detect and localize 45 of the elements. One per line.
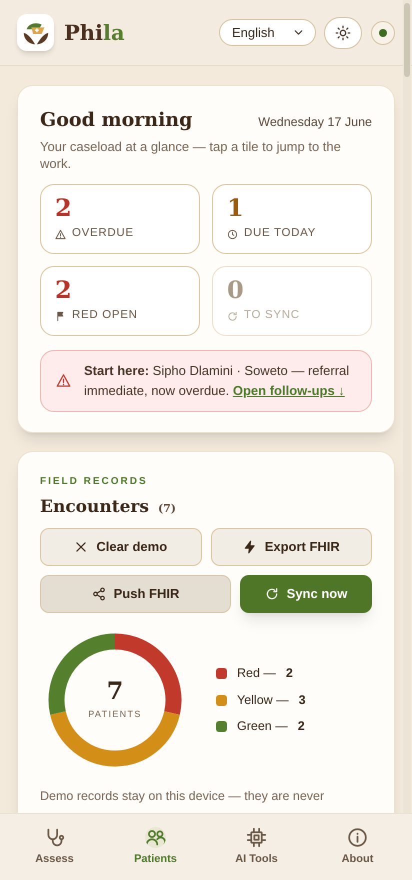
action-button[interactable]: Push FHIR	[40, 575, 231, 613]
greeting-subtitle: Your caseload at a glance — tap a tile to jump to the work.	[40, 138, 342, 172]
date-text: Wednesday 17 June	[258, 114, 372, 131]
warning-icon	[55, 228, 66, 240]
section-title: Encounters	[40, 496, 149, 518]
people-icon	[145, 826, 166, 848]
refresh-icon	[264, 587, 279, 601]
count-text: (7)	[158, 500, 176, 516]
app-logo-text: Phila	[64, 18, 125, 47]
legend-label: Yellow —	[237, 692, 289, 709]
sun-icon	[335, 24, 351, 40]
lightning-icon	[242, 540, 257, 554]
nav-tab[interactable]: About	[307, 822, 408, 872]
refresh-icon	[227, 310, 238, 322]
legend-value: 3	[298, 692, 306, 709]
nav-tab[interactable]: Assess	[4, 822, 105, 872]
stat-tile[interactable]: 2 RED OPEN	[40, 266, 200, 336]
chip-icon	[246, 826, 267, 848]
legend-value: 2	[298, 718, 305, 736]
legend-label: Red —	[237, 664, 276, 682]
info-icon	[347, 826, 368, 848]
action-button[interactable]: Export FHIR	[210, 528, 372, 566]
note-text: Demo records stay on this device — they are never	[40, 788, 326, 805]
close-icon	[74, 540, 88, 554]
total-count: 7	[106, 678, 124, 704]
action-button[interactable]: Sync now	[240, 575, 372, 613]
theme-toggle-button[interactable]	[324, 16, 362, 48]
stat-tile[interactable]: 1 DUE TODAY	[212, 184, 372, 254]
warning-icon	[56, 373, 71, 388]
alert-text: Start here: Sipho Dlamini · Soweto — referral immediate, now overdue. Open follow-ups ↓	[84, 362, 350, 400]
flag-icon	[55, 310, 66, 322]
action-button[interactable]: Clear demo	[40, 528, 202, 566]
greeting-title: Good morning	[40, 108, 192, 133]
follow-ups-link[interactable]: Open follow-ups ↓	[232, 382, 345, 398]
legend-label: Green —	[237, 718, 288, 736]
total-label: PATIENTS	[88, 708, 142, 722]
section-eyebrow: FIELD RECORDS	[40, 474, 149, 488]
language-select[interactable]: English	[219, 19, 316, 46]
nav-tab[interactable]: AI Tools	[206, 822, 307, 872]
clock-icon	[227, 228, 238, 240]
legend-value: 2	[286, 664, 293, 682]
nav-tab[interactable]: Patients	[105, 822, 206, 872]
share-icon	[92, 587, 106, 601]
stat-tile[interactable]: 2 OVERDUE	[40, 184, 200, 254]
scrollbar-thumb[interactable]	[404, 3, 410, 77]
